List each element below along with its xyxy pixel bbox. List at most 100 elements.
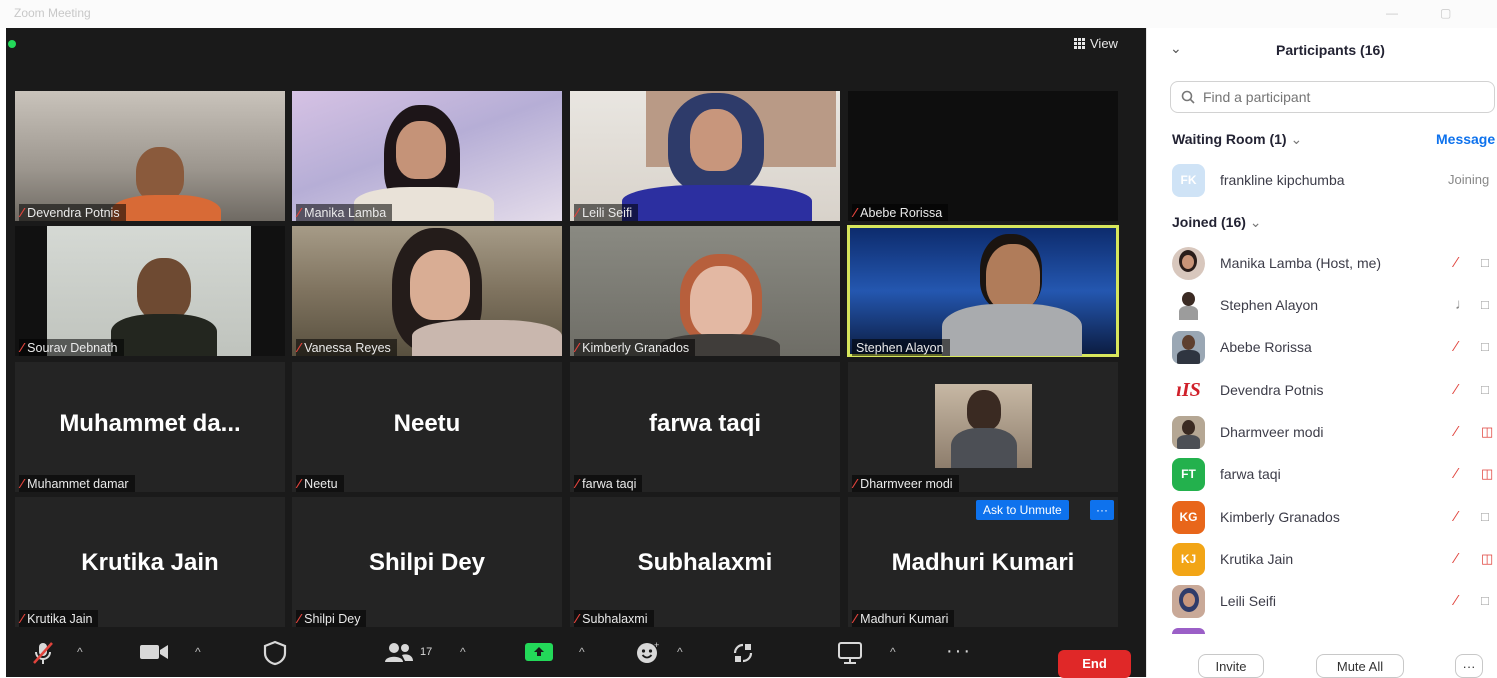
- participant-row[interactable]: ıIS Devendra Potnis: [1172, 373, 1497, 407]
- ask-to-unmute-button[interactable]: Ask to Unmute: [976, 500, 1069, 520]
- participants-icon: [385, 643, 413, 662]
- participant-row[interactable]: Dharmveer modi: [1172, 415, 1497, 449]
- mic-muted-icon[interactable]: ⁄: [1455, 254, 1458, 271]
- tile-nameplate: ⁄ Shilpi Dey: [296, 610, 367, 627]
- mic-muted-icon[interactable]: ⁄: [1455, 338, 1458, 355]
- participant-row[interactable]: KG Kimberly Granados: [1172, 500, 1497, 534]
- video-tile-krutika[interactable]: Krutika Jain ⁄ Krutika Jain: [15, 497, 285, 627]
- participant-name: Manika Lamba (Host, me): [1220, 255, 1382, 271]
- video-tile-devendra[interactable]: ⁄ Devendra Potnis: [15, 91, 285, 221]
- panel-more-button[interactable]: ···: [1455, 654, 1483, 678]
- video-off-icon[interactable]: ◫: [1481, 466, 1493, 482]
- invite-button[interactable]: Invite: [1198, 654, 1264, 678]
- collapse-chevron-icon[interactable]: ⌄: [1170, 40, 1182, 57]
- video-camera-icon[interactable]: [138, 640, 170, 669]
- minimize-icon[interactable]: —: [1386, 6, 1398, 20]
- video-tile-manika[interactable]: ⁄ Manika Lamba: [292, 91, 562, 221]
- tile-display-name: Krutika Jain: [81, 549, 219, 576]
- tile-name-label: Muhammet damar: [27, 476, 129, 491]
- tile-display-name: Neetu: [393, 410, 461, 437]
- chevron-up-icon[interactable]: ^: [195, 645, 201, 659]
- end-meeting-button[interactable]: End: [1058, 650, 1131, 678]
- tile-name-label: Sourav Debnath: [27, 340, 118, 355]
- video-off-icon[interactable]: □: [1481, 382, 1489, 397]
- participant-row[interactable]: FT farwa taqi: [1172, 457, 1497, 491]
- participant-row[interactable]: Abebe Rorissa: [1172, 330, 1497, 364]
- video-off-icon[interactable]: □: [1481, 255, 1489, 270]
- mic-muted-icon: ⁄: [576, 476, 579, 491]
- participant-row[interactable]: Manika Lamba (Host, me): [1172, 246, 1497, 280]
- video-tile-kimberly[interactable]: ⁄ Kimberly Granados: [570, 226, 840, 356]
- apps-icon[interactable]: [730, 640, 756, 671]
- tile-nameplate: ⁄ Subhalaxmi: [574, 610, 654, 627]
- chevron-up-icon[interactable]: ^: [77, 645, 83, 659]
- video-off-icon[interactable]: □: [1481, 593, 1489, 608]
- waiting-room-header[interactable]: Waiting Room (1) ⌄: [1172, 131, 1302, 148]
- participants-button[interactable]: 17: [384, 640, 432, 664]
- mic-on-icon[interactable]: ♩: [1455, 296, 1470, 313]
- participant-row[interactable]: Leili Seifi: [1172, 584, 1497, 618]
- mic-muted-icon[interactable]: ⁄: [1455, 465, 1458, 482]
- tile-name-label: Neetu: [304, 476, 338, 491]
- tile-display-name: farwa taqi: [648, 410, 762, 437]
- participant-search-input[interactable]: [1201, 88, 1465, 106]
- mic-muted-icon: ⁄: [576, 611, 579, 626]
- grid-view-icon: [1074, 38, 1085, 49]
- mic-muted-icon[interactable]: ⁄: [1455, 550, 1458, 567]
- mute-mic-icon[interactable]: [30, 640, 56, 671]
- chevron-up-icon[interactable]: ^: [579, 645, 585, 659]
- mic-muted-icon[interactable]: ⁄: [1455, 508, 1458, 525]
- mic-muted-icon[interactable]: ⁄: [1455, 592, 1458, 609]
- participant-row[interactable]: KJ Krutika Jain: [1172, 542, 1497, 576]
- participant-row[interactable]: Stephen Alayon: [1172, 288, 1497, 322]
- video-off-icon[interactable]: □: [1481, 509, 1489, 524]
- tile-nameplate: ⁄ Dharmveer modi: [852, 475, 959, 492]
- view-button[interactable]: View: [1074, 36, 1118, 51]
- mic-muted-icon: ⁄: [298, 340, 301, 355]
- tile-name-label: Kimberly Granados: [582, 340, 690, 355]
- reactions-icon[interactable]: +: [634, 640, 662, 671]
- message-waiting-room-button[interactable]: Message: [1436, 131, 1495, 147]
- more-options-icon[interactable]: ···: [946, 640, 972, 663]
- mic-muted-icon: ⁄: [21, 205, 24, 220]
- video-tile-dharmveer[interactable]: ⁄ Dharmveer modi: [848, 362, 1118, 492]
- video-off-icon[interactable]: □: [1481, 339, 1489, 354]
- chevron-up-icon[interactable]: ^: [677, 645, 683, 659]
- video-tile-shilpi[interactable]: Shilpi Dey ⁄ Shilpi Dey: [292, 497, 562, 627]
- whiteboard-icon[interactable]: [836, 640, 864, 671]
- mic-muted-icon: ⁄: [854, 205, 857, 220]
- video-tile-sourav[interactable]: ⁄ Sourav Debnath: [15, 226, 285, 356]
- security-shield-icon[interactable]: [262, 640, 288, 671]
- mute-all-button[interactable]: Mute All: [1316, 654, 1404, 678]
- participant-search-box[interactable]: [1170, 81, 1495, 113]
- chevron-up-icon[interactable]: ^: [460, 645, 466, 659]
- maximize-icon[interactable]: ▢: [1440, 6, 1451, 20]
- view-label: View: [1090, 36, 1118, 51]
- chevron-up-icon[interactable]: ^: [890, 645, 896, 659]
- video-tile-farwa[interactable]: farwa taqi ⁄ farwa taqi: [570, 362, 840, 492]
- avatar-partial: [1172, 628, 1205, 634]
- tile-name-label: Dharmveer modi: [860, 476, 953, 491]
- tile-nameplate: ⁄ Manika Lamba: [296, 204, 393, 221]
- avatar: [1172, 584, 1205, 618]
- mic-muted-icon[interactable]: ⁄: [1455, 423, 1458, 440]
- video-tile-muhammet[interactable]: Muhammet da... ⁄ Muhammet damar: [15, 362, 285, 492]
- video-tile-stephen[interactable]: Stephen Alayon: [847, 225, 1119, 357]
- video-tile-leili[interactable]: ⁄ Leili Seifi: [570, 91, 840, 221]
- mic-muted-icon: ⁄: [21, 340, 24, 355]
- mic-muted-icon[interactable]: ⁄: [1455, 381, 1458, 398]
- joining-status: Joining: [1448, 172, 1490, 187]
- video-off-icon[interactable]: ◫: [1481, 551, 1493, 567]
- window-titlebar: Zoom Meeting — ▢: [0, 0, 1497, 28]
- joined-header[interactable]: Joined (16) ⌄: [1172, 214, 1262, 231]
- video-tile-subhalaxmi[interactable]: Subhalaxmi ⁄ Subhalaxmi: [570, 497, 840, 627]
- video-tile-vanessa[interactable]: ⁄ Vanessa Reyes: [292, 226, 562, 356]
- video-on-icon[interactable]: □: [1481, 297, 1489, 312]
- tile-more-button[interactable]: ···: [1090, 500, 1114, 520]
- video-tile-abebe[interactable]: ⁄ Abebe Rorissa: [848, 91, 1118, 221]
- tile-nameplate: ⁄ Kimberly Granados: [574, 339, 696, 356]
- video-off-icon[interactable]: ◫: [1481, 424, 1493, 440]
- video-tile-neetu[interactable]: Neetu ⁄ Neetu: [292, 362, 562, 492]
- tile-nameplate: ⁄ Leili Seifi: [574, 204, 639, 221]
- share-screen-icon[interactable]: [523, 640, 555, 669]
